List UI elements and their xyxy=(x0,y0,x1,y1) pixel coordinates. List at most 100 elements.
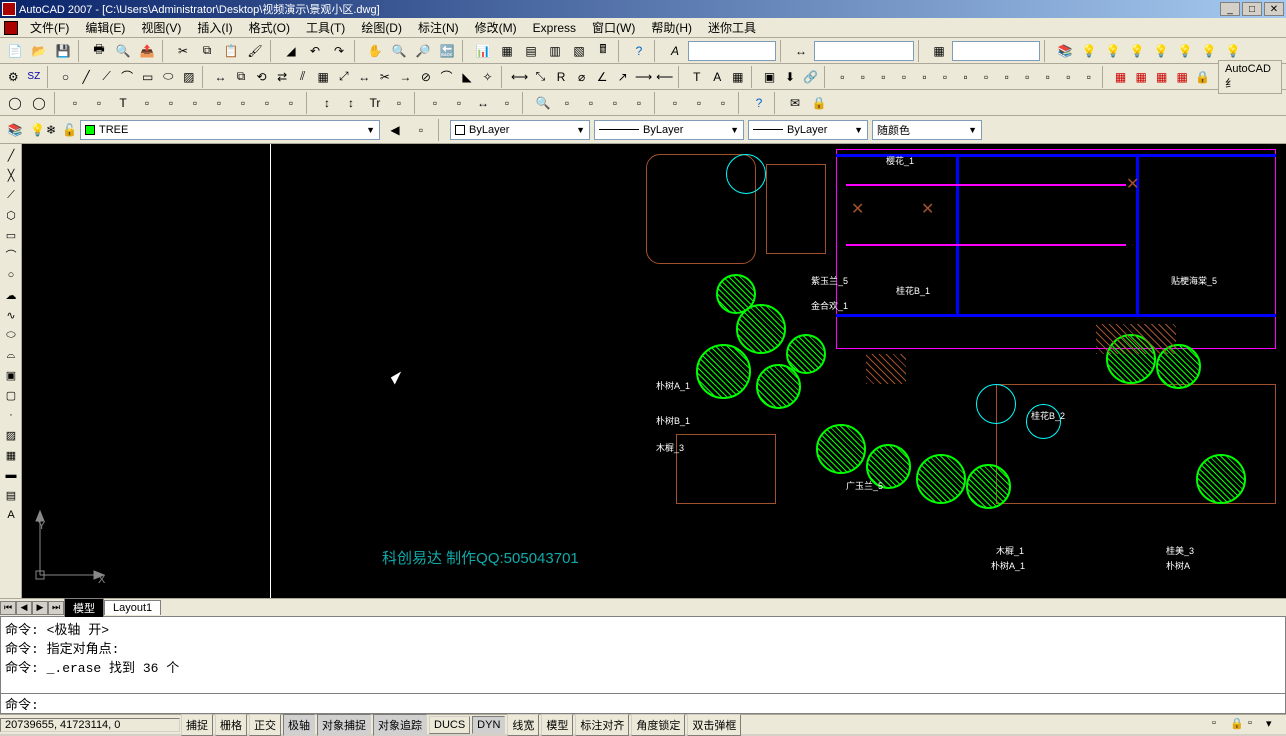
menu-insert[interactable]: 插入(I) xyxy=(189,17,240,38)
misc8-icon[interactable]: ▫ xyxy=(977,66,996,88)
et13-icon[interactable]: ↕ xyxy=(316,92,338,114)
close-button[interactable]: ✕ xyxy=(1264,2,1284,16)
et20-icon[interactable]: ▫ xyxy=(496,92,518,114)
et19-icon[interactable]: ↔ xyxy=(472,92,494,114)
preview-icon[interactable]: 🔍 xyxy=(112,40,134,62)
color-dropdown[interactable]: ByLayer ▼ xyxy=(450,120,590,140)
lock-icon[interactable]: 🔒 xyxy=(1193,66,1212,88)
tablestyle-icon[interactable]: ▦ xyxy=(928,40,950,62)
mirror-icon[interactable]: ⇄ xyxy=(273,66,292,88)
et16-icon[interactable]: ▫ xyxy=(388,92,410,114)
polar-toggle[interactable]: 极轴 xyxy=(283,714,315,736)
move-icon[interactable]: ↔ xyxy=(211,66,230,88)
menu-window[interactable]: 窗口(W) xyxy=(584,17,643,38)
menu-draw[interactable]: 绘图(D) xyxy=(353,17,410,38)
tablestyle-dropdown[interactable] xyxy=(952,41,1040,61)
misc9-icon[interactable]: ▫ xyxy=(997,66,1016,88)
misc10-icon[interactable]: ▫ xyxy=(1018,66,1037,88)
menu-file[interactable]: 文件(F) xyxy=(22,17,77,38)
et25-icon[interactable]: ▫ xyxy=(628,92,650,114)
layer-props-icon[interactable]: 📚 xyxy=(4,119,26,141)
ducs-toggle[interactable]: DUCS xyxy=(429,716,470,734)
misc1-icon[interactable]: ▫ xyxy=(833,66,852,88)
et2-icon[interactable]: ◯ xyxy=(28,92,50,114)
et7-icon[interactable]: ▫ xyxy=(160,92,182,114)
publish-icon[interactable]: 📤 xyxy=(136,40,158,62)
rect-tool-icon[interactable]: ▭ xyxy=(138,66,157,88)
xref-icon[interactable]: 🔗 xyxy=(801,66,820,88)
open-icon[interactable]: 📂 xyxy=(28,40,50,62)
menu-tools[interactable]: 工具(T) xyxy=(298,17,353,38)
makeblk-icon[interactable]: ▢ xyxy=(2,386,20,404)
pan-icon[interactable]: ✋ xyxy=(364,40,386,62)
command-input[interactable]: 命令: xyxy=(0,694,1286,714)
print-icon[interactable]: 🖶 xyxy=(88,40,110,62)
grid4-icon[interactable]: ▦ xyxy=(1173,66,1192,88)
stretch-icon[interactable]: ↔ xyxy=(355,66,374,88)
rectangle-icon[interactable]: ▭ xyxy=(2,226,20,244)
dim-leader-icon[interactable]: ↗ xyxy=(613,66,632,88)
lineweight-dropdown[interactable]: ByLayer ▼ xyxy=(748,120,868,140)
zoom-rt-icon[interactable]: 🔍 xyxy=(388,40,410,62)
dim-diameter-icon[interactable]: ⌀ xyxy=(572,66,591,88)
explode-icon[interactable]: ✧ xyxy=(478,66,497,88)
scale-icon[interactable]: ⤢ xyxy=(334,66,353,88)
et18-icon[interactable]: ▫ xyxy=(448,92,470,114)
tray-icon[interactable]: ▫ xyxy=(1212,717,1228,733)
et24-icon[interactable]: ▫ xyxy=(604,92,626,114)
props-icon[interactable]: 📊 xyxy=(472,40,494,62)
misc11-icon[interactable]: ▫ xyxy=(1039,66,1058,88)
drawing-canvas[interactable]: 科创易达 制作QQ:505043701 Y X xyxy=(22,144,1286,598)
ortho-toggle[interactable]: 正交 xyxy=(249,714,281,736)
gear-icon[interactable]: ⚙ xyxy=(4,66,23,88)
sz-icon[interactable]: SZ xyxy=(25,66,44,88)
matchprop-icon[interactable]: 🖌 xyxy=(244,40,266,62)
ellipse-icon[interactable]: ⬭ xyxy=(2,326,20,344)
dyn-toggle[interactable]: DYN xyxy=(472,716,505,734)
linetype-dropdown[interactable]: ByLayer ▼ xyxy=(594,120,744,140)
undo-icon[interactable]: ↶ xyxy=(304,40,326,62)
bulb3-icon[interactable]: 💡 xyxy=(1126,40,1148,62)
coords-display[interactable]: 20739655, 41723114, 0 xyxy=(0,718,180,732)
arc-tool-icon[interactable]: ⌒ xyxy=(118,66,137,88)
copy-icon[interactable]: ⧉ xyxy=(196,40,218,62)
gradient-icon[interactable]: ▦ xyxy=(2,446,20,464)
dim-cont-icon[interactable]: ⟶ xyxy=(634,66,653,88)
tab-prev-icon[interactable]: ◀ xyxy=(16,601,32,615)
snap-toggle[interactable]: 捕捉 xyxy=(181,714,213,736)
text-icon[interactable]: T xyxy=(687,66,706,88)
tool-palette-icon[interactable]: ▤ xyxy=(520,40,542,62)
layer-prev-icon[interactable]: ◀ xyxy=(384,119,406,141)
tray-lock-icon[interactable]: 🔒 xyxy=(1230,717,1246,733)
et5-icon[interactable]: T xyxy=(112,92,134,114)
misc7-icon[interactable]: ▫ xyxy=(956,66,975,88)
menu-view[interactable]: 视图(V) xyxy=(133,17,189,38)
layer-dropdown[interactable]: TREE ▼ xyxy=(80,120,380,140)
et12-icon[interactable]: ▫ xyxy=(280,92,302,114)
array-icon[interactable]: ▦ xyxy=(314,66,333,88)
mtext-icon[interactable]: A xyxy=(708,66,727,88)
bulb1-icon[interactable]: 💡 xyxy=(1078,40,1100,62)
et26-icon[interactable]: ▫ xyxy=(664,92,686,114)
tab-model[interactable]: 模型 xyxy=(64,598,104,617)
et27-icon[interactable]: ▫ xyxy=(688,92,710,114)
circle-tool-icon[interactable]: ○ xyxy=(56,66,75,88)
et10-icon[interactable]: ▫ xyxy=(232,92,254,114)
textstyle-dropdown[interactable] xyxy=(688,41,776,61)
otrack-toggle[interactable]: 对象追踪 xyxy=(373,714,427,736)
maximize-button[interactable]: □ xyxy=(1242,2,1262,16)
et-lock-icon[interactable]: 🔒 xyxy=(808,92,830,114)
bulb7-icon[interactable]: 💡 xyxy=(1222,40,1244,62)
model-toggle[interactable]: 模型 xyxy=(541,714,573,736)
revcloud-icon[interactable]: ☁ xyxy=(2,286,20,304)
dblclick-toggle[interactable]: 双击弹框 xyxy=(687,714,741,736)
zoom-win-icon[interactable]: 🔎 xyxy=(412,40,434,62)
bulb2-icon[interactable]: 💡 xyxy=(1102,40,1124,62)
block-icon[interactable]: ▣ xyxy=(760,66,779,88)
et14-icon[interactable]: ↕ xyxy=(340,92,362,114)
xline-icon[interactable]: ╳ xyxy=(2,166,20,184)
misc12-icon[interactable]: ▫ xyxy=(1059,66,1078,88)
redo-icon[interactable]: ↷ xyxy=(328,40,350,62)
tray-icon2[interactable]: ▫ xyxy=(1248,717,1264,733)
dim-aligned-icon[interactable]: ⤡ xyxy=(531,66,550,88)
